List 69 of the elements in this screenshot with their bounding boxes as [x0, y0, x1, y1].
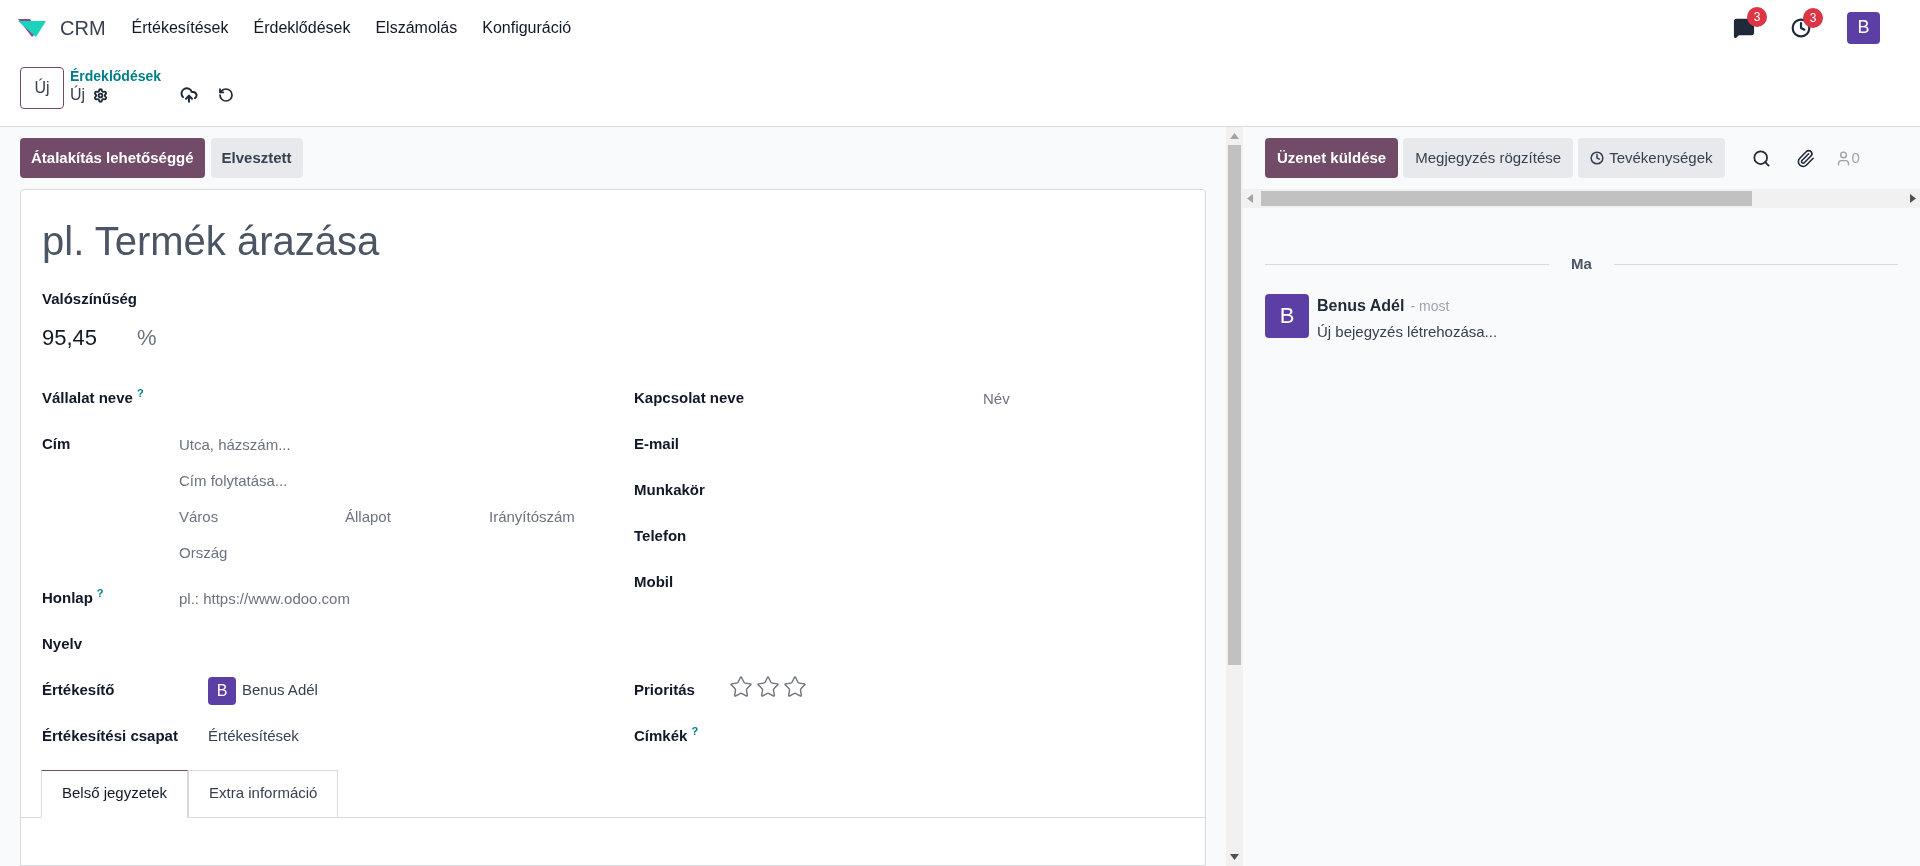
field-label: E-mail [634, 434, 679, 452]
menu-item[interactable]: Értékesítések [131, 15, 229, 40]
field-value[interactable]: Értékesítések [208, 724, 299, 747]
new-button[interactable]: Új [20, 67, 64, 109]
input-field[interactable]: Utca, házszám... [179, 432, 599, 457]
user-avatar: B [208, 676, 236, 705]
star-icon[interactable] [783, 674, 807, 699]
tab[interactable]: Extra információ [188, 769, 339, 818]
field-label: Nyelv [42, 634, 83, 652]
title-input[interactable]: pl. Termék árazása [42, 216, 1142, 266]
action-button[interactable]: Átalakítás lehetőséggé [20, 138, 205, 178]
help-mark[interactable]: ? [691, 725, 699, 737]
field-label: Mobil [634, 572, 674, 590]
menu-item[interactable]: Elszámolás [375, 15, 458, 40]
input-field[interactable]: pl.: https://www.odoo.com [179, 586, 599, 611]
field-label: Prioritás [634, 680, 695, 698]
input-field[interactable]: Állapot [345, 504, 489, 529]
vertical-scrollbar[interactable] [1226, 127, 1243, 866]
field-label: Kapcsolat neve [634, 388, 745, 406]
app-name[interactable]: CRM [60, 12, 106, 43]
action-button[interactable]: Elvesztett [210, 138, 303, 178]
clock-icon [1590, 151, 1605, 165]
field-label: Telefon [634, 526, 687, 544]
cloud-upload-icon[interactable] [180, 86, 199, 104]
message-author[interactable]: Benus Adél [1317, 293, 1405, 318]
scroll-right-arrow-icon[interactable] [1910, 194, 1916, 203]
breadcrumb-link[interactable]: Érdeklődések [70, 67, 235, 85]
probability-value[interactable]: 95,45 [42, 320, 137, 354]
input-field[interactable]: Ország [179, 540, 599, 565]
field-label: Értékesítési csapat [42, 726, 178, 744]
scroll-down-arrow-icon[interactable] [1230, 854, 1239, 860]
message-time: - most [1410, 296, 1450, 316]
input-field[interactable]: Cím folytatása... [179, 468, 599, 493]
help-mark[interactable]: ? [136, 387, 144, 399]
input-field[interactable]: Irányítószám [489, 504, 599, 529]
undo-icon[interactable] [218, 87, 235, 103]
field-label: Értékesítő [42, 680, 115, 698]
settings-icon[interactable] [93, 87, 109, 103]
clock-icon[interactable] [1791, 17, 1811, 38]
field-label: Cím [42, 434, 71, 452]
notification-badge: 3 [1803, 7, 1823, 28]
notification-badge: 3 [1747, 6, 1767, 27]
star-icon[interactable] [729, 674, 753, 699]
message-body: Új bejegyzés létrehozása... [1317, 321, 1498, 342]
field-label: Vállalat neve [42, 388, 133, 406]
horizontal-scrollbar[interactable] [1243, 189, 1920, 208]
percent-sign: % [137, 323, 157, 352]
record-name: Új [70, 85, 86, 105]
paperclip-icon[interactable] [1795, 148, 1815, 168]
chatter-button[interactable]: Megjegyzés rögzítése [1403, 138, 1574, 178]
input-field[interactable]: Város [179, 504, 345, 529]
field-label: Honlap [42, 588, 93, 606]
input-field[interactable]: Név [983, 386, 1163, 411]
chat-bubbles-icon[interactable] [1733, 16, 1755, 39]
help-mark[interactable]: ? [96, 587, 104, 599]
star-icon[interactable] [756, 674, 780, 699]
date-separator: Ma [1571, 254, 1592, 274]
search-icon[interactable] [1751, 148, 1771, 168]
field-label: Címkék [634, 726, 688, 744]
menu-item[interactable]: Érdeklődések [253, 15, 351, 40]
field-label: Valószínűség [42, 289, 139, 309]
field-value[interactable]: Benus Adél [242, 679, 318, 702]
user-avatar: B [1265, 293, 1309, 338]
user-avatar[interactable]: B [1847, 11, 1880, 44]
field-label: Munkakör [634, 480, 705, 498]
menu-item[interactable]: Konfiguráció [482, 15, 572, 40]
chatter-button[interactable]: Tevékenységek [1578, 138, 1725, 178]
tab[interactable]: Belső jegyzetek [41, 769, 189, 818]
chatter-button[interactable]: Üzenet küldése [1265, 138, 1399, 178]
